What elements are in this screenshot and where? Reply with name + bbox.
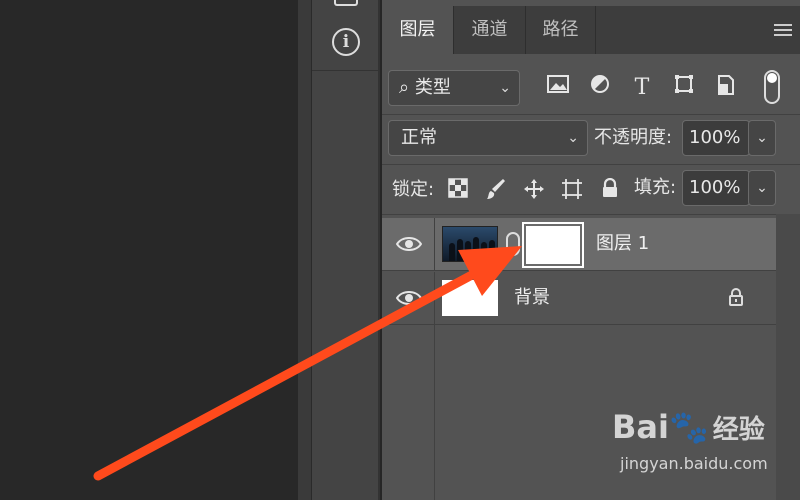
divider <box>382 114 800 115</box>
canvas-area[interactable] <box>0 0 298 500</box>
figure-shape <box>449 243 455 261</box>
link-icon[interactable] <box>506 232 520 256</box>
chevron-down-icon: ⌄ <box>756 180 768 196</box>
figure-shape <box>481 242 487 261</box>
fill-dropdown-button[interactable]: ⌄ <box>748 170 776 206</box>
fill-label: 填充: <box>634 177 677 198</box>
panel-divider[interactable] <box>298 0 312 500</box>
divider <box>382 324 776 325</box>
layer-row-background[interactable]: 背景 <box>382 272 776 324</box>
tab-paths[interactable]: 路径 <box>526 6 596 54</box>
eye-icon[interactable] <box>395 288 423 308</box>
tab-layers[interactable]: 图层 <box>382 6 454 54</box>
figure-shape <box>473 237 479 261</box>
watermark-url: jingyan.baidu.com <box>620 454 768 473</box>
lock-position-icon[interactable] <box>522 178 546 202</box>
fill-input[interactable]: 100% <box>682 170 750 206</box>
divider <box>382 270 776 271</box>
layer-name: 图层 1 <box>596 233 650 254</box>
panel-menu-icon[interactable] <box>774 24 792 36</box>
filter-kind-select[interactable]: ⌕ 类型 ⌄ <box>388 70 520 106</box>
filter-kind-label: 类型 <box>414 77 451 98</box>
divider <box>382 164 800 165</box>
layer-mask-thumbnail[interactable] <box>522 222 584 268</box>
lock-transparent-pixels-icon[interactable] <box>446 178 470 202</box>
visibility-divider <box>434 324 435 500</box>
lock-image-pixels-icon[interactable] <box>484 178 508 202</box>
filter-toggle[interactable] <box>764 70 780 104</box>
info-icon[interactable]: i <box>332 28 360 56</box>
filter-shape-icon[interactable] <box>670 74 698 102</box>
chevron-down-icon: ⌄ <box>567 130 579 146</box>
search-icon: ⌕ <box>399 77 410 98</box>
visibility-divider <box>434 218 435 270</box>
opacity-dropdown-button[interactable]: ⌄ <box>748 120 776 156</box>
opacity-input[interactable]: 100% <box>682 120 750 156</box>
lock-artboard-icon[interactable] <box>560 178 584 202</box>
figure-shape <box>457 239 463 261</box>
lock-icon[interactable] <box>726 288 746 308</box>
watermark-logo-text: Bai <box>612 408 669 446</box>
chevron-down-icon: ⌄ <box>756 130 768 146</box>
filter-smart-object-icon[interactable] <box>712 74 740 102</box>
paw-icon: 🐾 <box>668 408 709 446</box>
watermark-logo: Bai🐾 经验 <box>612 408 765 446</box>
layer-row-layer1[interactable]: 图层 1 <box>382 218 776 270</box>
tab-channels[interactable]: 通道 <box>454 6 526 54</box>
opacity-label: 不透明度: <box>594 127 673 148</box>
filter-type-icon[interactable]: T <box>628 74 656 102</box>
chevron-down-icon: ⌄ <box>499 80 511 96</box>
lock-label: 锁定: <box>392 179 435 200</box>
visibility-divider <box>434 272 435 324</box>
side-toolbar: i <box>312 0 380 500</box>
panel-tabbar: 图层 通道 路径 <box>382 6 800 54</box>
layer-thumbnail[interactable] <box>442 280 498 316</box>
panel-icon[interactable] <box>334 0 358 6</box>
figure-shape <box>465 241 471 261</box>
watermark-logo-suffix: 经验 <box>712 415 765 445</box>
filter-adjustment-icon[interactable] <box>586 74 614 102</box>
filter-pixel-icon[interactable] <box>544 74 572 102</box>
lock-all-icon[interactable] <box>598 177 622 202</box>
layer-name: 背景 <box>514 287 550 308</box>
divider <box>382 214 800 215</box>
blend-mode-select[interactable]: 正常 ⌄ <box>388 120 588 156</box>
figure-shape <box>489 240 495 261</box>
eye-icon[interactable] <box>395 234 423 254</box>
layer-thumbnail[interactable] <box>442 226 498 262</box>
blend-mode-label: 正常 <box>401 127 437 148</box>
toolbar-separator <box>312 70 380 71</box>
baidu-jingyan-watermark: Bai🐾 经验 jingyan.baidu.com <box>612 408 782 478</box>
